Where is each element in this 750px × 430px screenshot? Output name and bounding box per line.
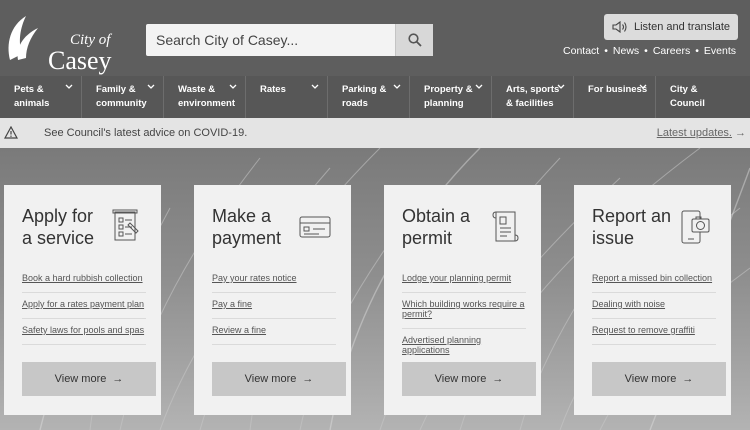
listen-translate-button[interactable]: Listen and translate: [604, 14, 738, 40]
nav-item-arts-sports[interactable]: Arts, sports & facilities: [492, 76, 574, 118]
chevron-down-icon: [147, 84, 155, 89]
checklist-icon: [112, 209, 139, 241]
card-title: Apply for a service: [22, 205, 122, 249]
nav-item-business[interactable]: For business: [574, 76, 656, 118]
arrow-right-icon: →: [302, 373, 314, 385]
nav-item-rates[interactable]: Rates: [246, 76, 328, 118]
permit-scroll-icon: [492, 211, 519, 242]
card-title-line: Make a: [212, 206, 272, 226]
nav-item-label: roads: [342, 98, 368, 109]
nav-item-label: Council: [670, 98, 705, 109]
nav-item-parking-roads[interactable]: Parking & roads: [328, 76, 410, 118]
search-icon: [407, 33, 422, 47]
card-link[interactable]: Pay a fine: [212, 299, 336, 319]
card-title: Make a payment: [212, 205, 312, 249]
contact-link[interactable]: Contact: [563, 45, 599, 57]
arrow-right-icon: →: [682, 373, 694, 385]
warning-icon: [4, 126, 18, 139]
card-title-line: a service: [22, 228, 95, 248]
events-link[interactable]: Events: [704, 45, 736, 57]
nav-item-family-community[interactable]: Family & community: [82, 76, 164, 118]
chevron-down-icon: [557, 84, 565, 89]
view-more-button[interactable]: View more →: [212, 362, 346, 396]
view-more-button[interactable]: View more →: [22, 362, 156, 396]
site-header: City of Casey Listen and translate Conta…: [0, 0, 750, 76]
card-link[interactable]: Request to remove graffiti: [592, 325, 716, 345]
card-link[interactable]: Apply for a rates payment plan: [22, 299, 146, 319]
main-nav: Pets & animals Family & community Waste …: [0, 76, 750, 118]
utility-links: Contact • News • Careers • Events: [563, 45, 736, 57]
card-link[interactable]: Report a missed bin collection: [592, 273, 716, 293]
card-title-line: permit: [402, 228, 453, 248]
card-link[interactable]: Safety laws for pools and spas: [22, 325, 146, 345]
chevron-down-icon: [311, 84, 319, 89]
separator-dot: •: [604, 45, 608, 57]
card-title-line: Report an: [592, 206, 672, 226]
covid-alert-bar: See Council's latest advice on COVID-19.…: [0, 118, 750, 148]
view-more-button[interactable]: View more →: [592, 362, 726, 396]
nav-item-label: City &: [670, 84, 698, 95]
listen-translate-label: Listen and translate: [633, 21, 730, 33]
latest-updates-link[interactable]: Latest updates.: [657, 127, 732, 139]
nav-item-city-council[interactable]: City & Council: [656, 76, 738, 118]
nav-item-label: & facilities: [506, 98, 554, 109]
separator-dot: •: [644, 45, 648, 57]
nav-item-property-planning[interactable]: Property & planning: [410, 76, 492, 118]
card-obtain-permit: Obtain a permit Lodge your planning perm…: [384, 185, 541, 415]
card-link[interactable]: Review a fine: [212, 325, 336, 345]
card-links: Pay your rates notice Pay a fine Review …: [212, 273, 336, 351]
chevron-down-icon: [393, 84, 401, 89]
card-link[interactable]: Advertised planning applications: [402, 335, 526, 365]
nav-item-label: animals: [14, 98, 50, 109]
search-input[interactable]: [146, 24, 395, 56]
card-title-line: payment: [212, 228, 282, 248]
nav-item-pets-animals[interactable]: Pets & animals: [0, 76, 82, 118]
logo-text-bottom: Casey: [48, 46, 112, 75]
chevron-down-icon: [65, 84, 73, 89]
nav-item-waste-environment[interactable]: Waste & environment: [164, 76, 246, 118]
leaf-logo-icon: [8, 16, 38, 60]
card-links: Lodge your planning permit Which buildin…: [402, 273, 526, 371]
view-more-label: View more: [244, 373, 297, 385]
card-report-issue: Report an issue Report a missed bin coll…: [574, 185, 731, 415]
nav-item-label: environment: [178, 98, 236, 109]
news-link[interactable]: News: [613, 45, 639, 57]
card-title: Obtain a permit: [402, 205, 502, 249]
card-link[interactable]: Pay your rates notice: [212, 273, 336, 293]
chevron-down-icon: [229, 84, 237, 89]
nav-item-label: planning: [424, 98, 464, 109]
arrow-right-icon: →: [492, 373, 504, 385]
view-more-label: View more: [624, 373, 677, 385]
card-title-line: Apply for: [22, 206, 94, 226]
speaker-icon: [612, 21, 627, 33]
card-link[interactable]: Lodge your planning permit: [402, 273, 526, 293]
arrow-right-icon: →: [735, 127, 746, 139]
chevron-down-icon: [639, 84, 647, 89]
card-link[interactable]: Which building works require a permit?: [402, 299, 526, 329]
card-links: Book a hard rubbish collection Apply for…: [22, 273, 146, 351]
card-make-payment: Make a payment Pay your rates notice Pay…: [194, 185, 351, 415]
view-more-label: View more: [54, 373, 107, 385]
alert-text: See Council's latest advice on COVID-19.: [44, 127, 248, 139]
card-title-line: Obtain a: [402, 206, 471, 226]
card-apply-service: Apply for a service Book a hard rubbish …: [4, 185, 161, 415]
card-links: Report a missed bin collection Dealing w…: [592, 273, 716, 351]
nav-item-label: community: [96, 98, 147, 109]
search-button[interactable]: [395, 24, 433, 56]
card-link[interactable]: Book a hard rubbish collection: [22, 273, 146, 293]
search-box: [146, 24, 433, 56]
chevron-down-icon: [475, 84, 483, 89]
credit-card-icon: [299, 216, 331, 238]
careers-link[interactable]: Careers: [653, 45, 690, 57]
card-title: Report an issue: [592, 205, 692, 249]
view-more-label: View more: [434, 373, 487, 385]
card-link[interactable]: Dealing with noise: [592, 299, 716, 319]
city-logo[interactable]: City of Casey: [4, 14, 116, 75]
view-more-button[interactable]: View more →: [402, 362, 536, 396]
card-title-line: issue: [592, 228, 635, 248]
phone-camera-icon: [681, 210, 710, 244]
arrow-right-icon: →: [112, 373, 124, 385]
separator-dot: •: [695, 45, 699, 57]
